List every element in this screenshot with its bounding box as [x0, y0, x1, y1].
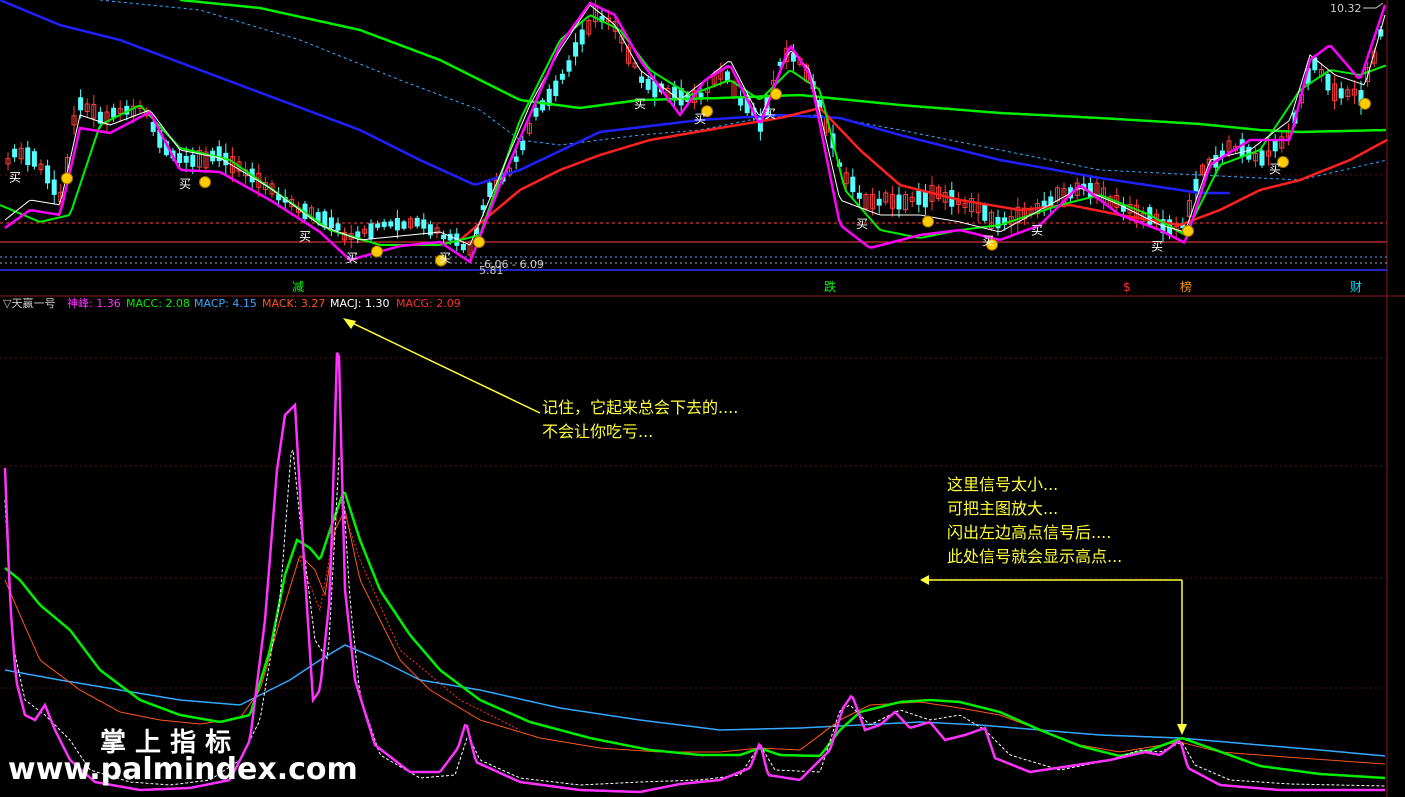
svg-text:MACK: 3.27: MACK: 3.27: [262, 297, 325, 310]
legend-macp-name: MACP: [194, 297, 226, 310]
legend-shenfeng-name: 神峰: [67, 296, 89, 310]
range-label: 6.06 - 6.09: [484, 258, 544, 271]
legend-macj-value: 1.30: [365, 297, 390, 310]
svg-text:MACG: 2.09: MACG: 2.09: [396, 297, 461, 310]
svg-text:神峰: 1.36: 神峰: 1.36: [67, 296, 121, 310]
legend-macc-value: 2.08: [165, 297, 190, 310]
price-high-label: 10.32: [1330, 2, 1362, 15]
svg-text:MACC: 2.08: MACC: 2.08: [126, 297, 190, 310]
legend-mack-name: MACK: [262, 297, 295, 310]
buy-marker-label: 买: [9, 170, 21, 184]
buy-dot: [199, 176, 211, 189]
buy-dot: [1182, 225, 1194, 237]
legend-macp-value: 4.15: [232, 297, 257, 310]
buy-dot: [473, 236, 485, 248]
legend-macg-value: 2.09: [436, 297, 461, 310]
buy-dot: [61, 172, 73, 185]
buy-dot: [1359, 97, 1371, 110]
annotation-note-2-line-4: 此处信号就会显示高点...: [947, 547, 1123, 566]
candle: [1259, 148, 1265, 168]
buy-marker-label: 买: [439, 251, 451, 265]
buy-marker-label: 买: [764, 107, 776, 121]
legend-macg-name: MACG: [396, 297, 429, 310]
svg-text:MACP: 4.15: MACP: 4.15: [194, 297, 257, 310]
buy-marker-label: 买: [346, 251, 358, 265]
buy-dot: [770, 88, 782, 100]
annotation-note-2-line-3: 闪出左边高点信号后....: [947, 523, 1112, 542]
legend-mack-value: 3.27: [301, 297, 326, 310]
watermark-url: www.palmindex.com: [8, 752, 358, 787]
annotation-note-1: 记住，它起来总会下去的.... 不会让你吃亏...: [542, 396, 738, 444]
event-marker: $: [1123, 280, 1131, 294]
annotation-note-2-line-1: 这里信号太小...: [947, 475, 1059, 494]
buy-dot: [371, 245, 383, 258]
buy-marker-label: 买: [634, 97, 646, 111]
buy-marker-label: 买: [299, 230, 311, 244]
svg-text:MACJ: 1.30: MACJ: 1.30: [330, 297, 389, 310]
event-marker: 财: [1350, 280, 1362, 294]
annotation-note-2-line-2: 可把主图放大...: [947, 499, 1059, 518]
annotation-note-1-line-1: 记住，它起来总会下去的....: [542, 398, 739, 417]
buy-marker-label: 买: [179, 177, 191, 191]
buy-marker-label: 买: [1031, 224, 1043, 238]
buy-marker-label: 买: [856, 217, 868, 231]
annotation-note-2: 这里信号太小... 可把主图放大... 闪出左边高点信号后.... 此处信号就会…: [947, 473, 1122, 569]
annotation-note-1-line-2: 不会让你吃亏...: [542, 422, 654, 441]
event-marker: 跌: [824, 279, 836, 294]
legend-macj-name: MACJ: [330, 297, 358, 310]
buy-marker-label: 买: [982, 234, 994, 248]
legend-title: ▽天赢一号: [3, 296, 55, 310]
buy-marker-label: 买: [1151, 239, 1163, 253]
buy-marker-label: 买: [1269, 162, 1281, 176]
buy-dot: [922, 215, 934, 228]
event-marker: 榜: [1180, 279, 1192, 294]
candle: [31, 148, 37, 170]
legend-macc-name: MACC: [126, 297, 159, 310]
buy-marker-label: 买: [694, 112, 706, 126]
event-marker: 减: [292, 280, 304, 294]
legend-shenfeng-value: 1.36: [96, 297, 121, 310]
